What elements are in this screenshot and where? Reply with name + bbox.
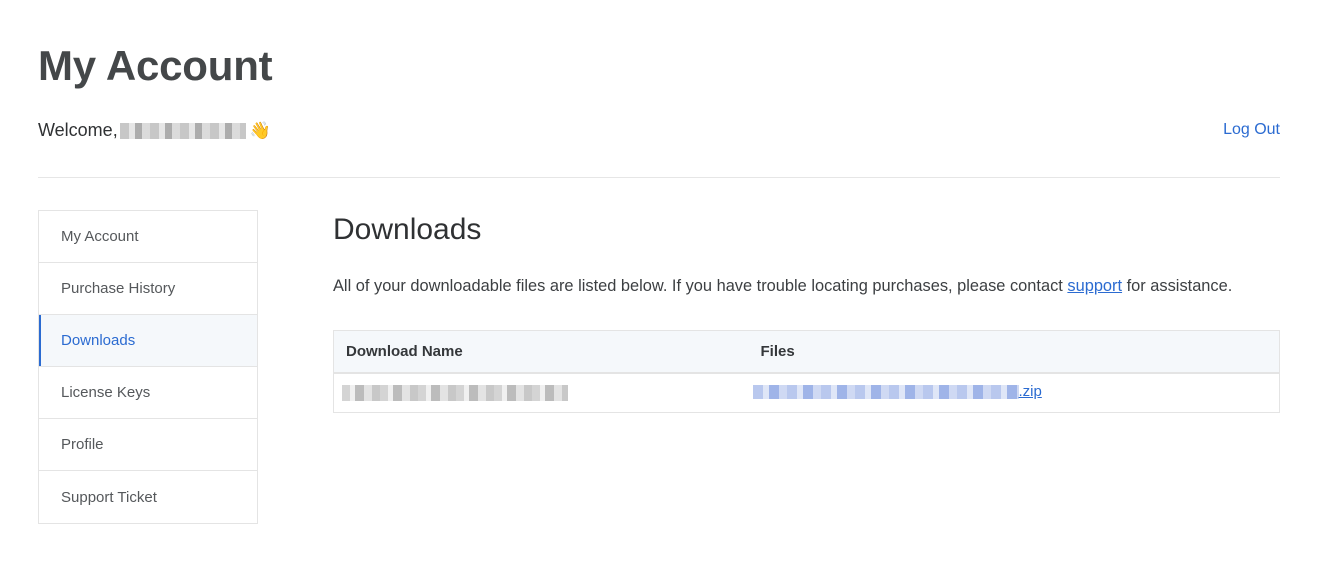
downloads-description: All of your downloadable files are liste… <box>333 277 1280 296</box>
sidebar-item-profile[interactable]: Profile <box>39 419 257 471</box>
redacted-download-name <box>342 385 568 402</box>
logout-link[interactable]: Log Out <box>1223 121 1280 139</box>
redacted-username <box>119 122 246 139</box>
account-sidebar: My Account Purchase History Downloads Li… <box>38 210 258 524</box>
page-title: My Account <box>38 42 273 89</box>
sidebar-item-downloads[interactable]: Downloads <box>39 315 257 367</box>
welcome-prefix: Welcome, <box>38 120 118 140</box>
column-header-download-name: Download Name <box>333 330 749 374</box>
table-row: .zip <box>334 373 1280 413</box>
downloads-table: Download Name Files .zip <box>333 330 1280 413</box>
sidebar-item-my-account[interactable]: My Account <box>39 211 257 263</box>
download-name-cell <box>334 373 749 413</box>
sidebar-item-support-ticket[interactable]: Support Ticket <box>39 471 257 523</box>
support-link[interactable]: support <box>1067 277 1122 295</box>
header-divider <box>38 177 1280 178</box>
description-text-end: for assistance. <box>1122 277 1233 295</box>
table-header-row: Download Name Files <box>333 330 1280 374</box>
download-file-link[interactable]: .zip <box>752 383 1042 400</box>
sidebar-item-purchase-history[interactable]: Purchase History <box>39 263 257 315</box>
main-content: Downloads All of your downloadable files… <box>333 210 1280 413</box>
welcome-row: Welcome, 👋 Log Out <box>38 118 1280 144</box>
column-header-files: Files <box>748 330 1280 374</box>
file-cell: .zip <box>749 373 1280 413</box>
sidebar-item-license-keys[interactable]: License Keys <box>39 367 257 419</box>
welcome-message: Welcome, 👋 <box>38 120 271 141</box>
file-extension: .zip <box>1018 383 1042 400</box>
description-text: All of your downloadable files are liste… <box>333 277 1068 295</box>
redacted-file-name <box>752 384 1019 399</box>
wave-icon: 👋 <box>249 120 271 140</box>
section-title: Downloads <box>333 213 482 246</box>
